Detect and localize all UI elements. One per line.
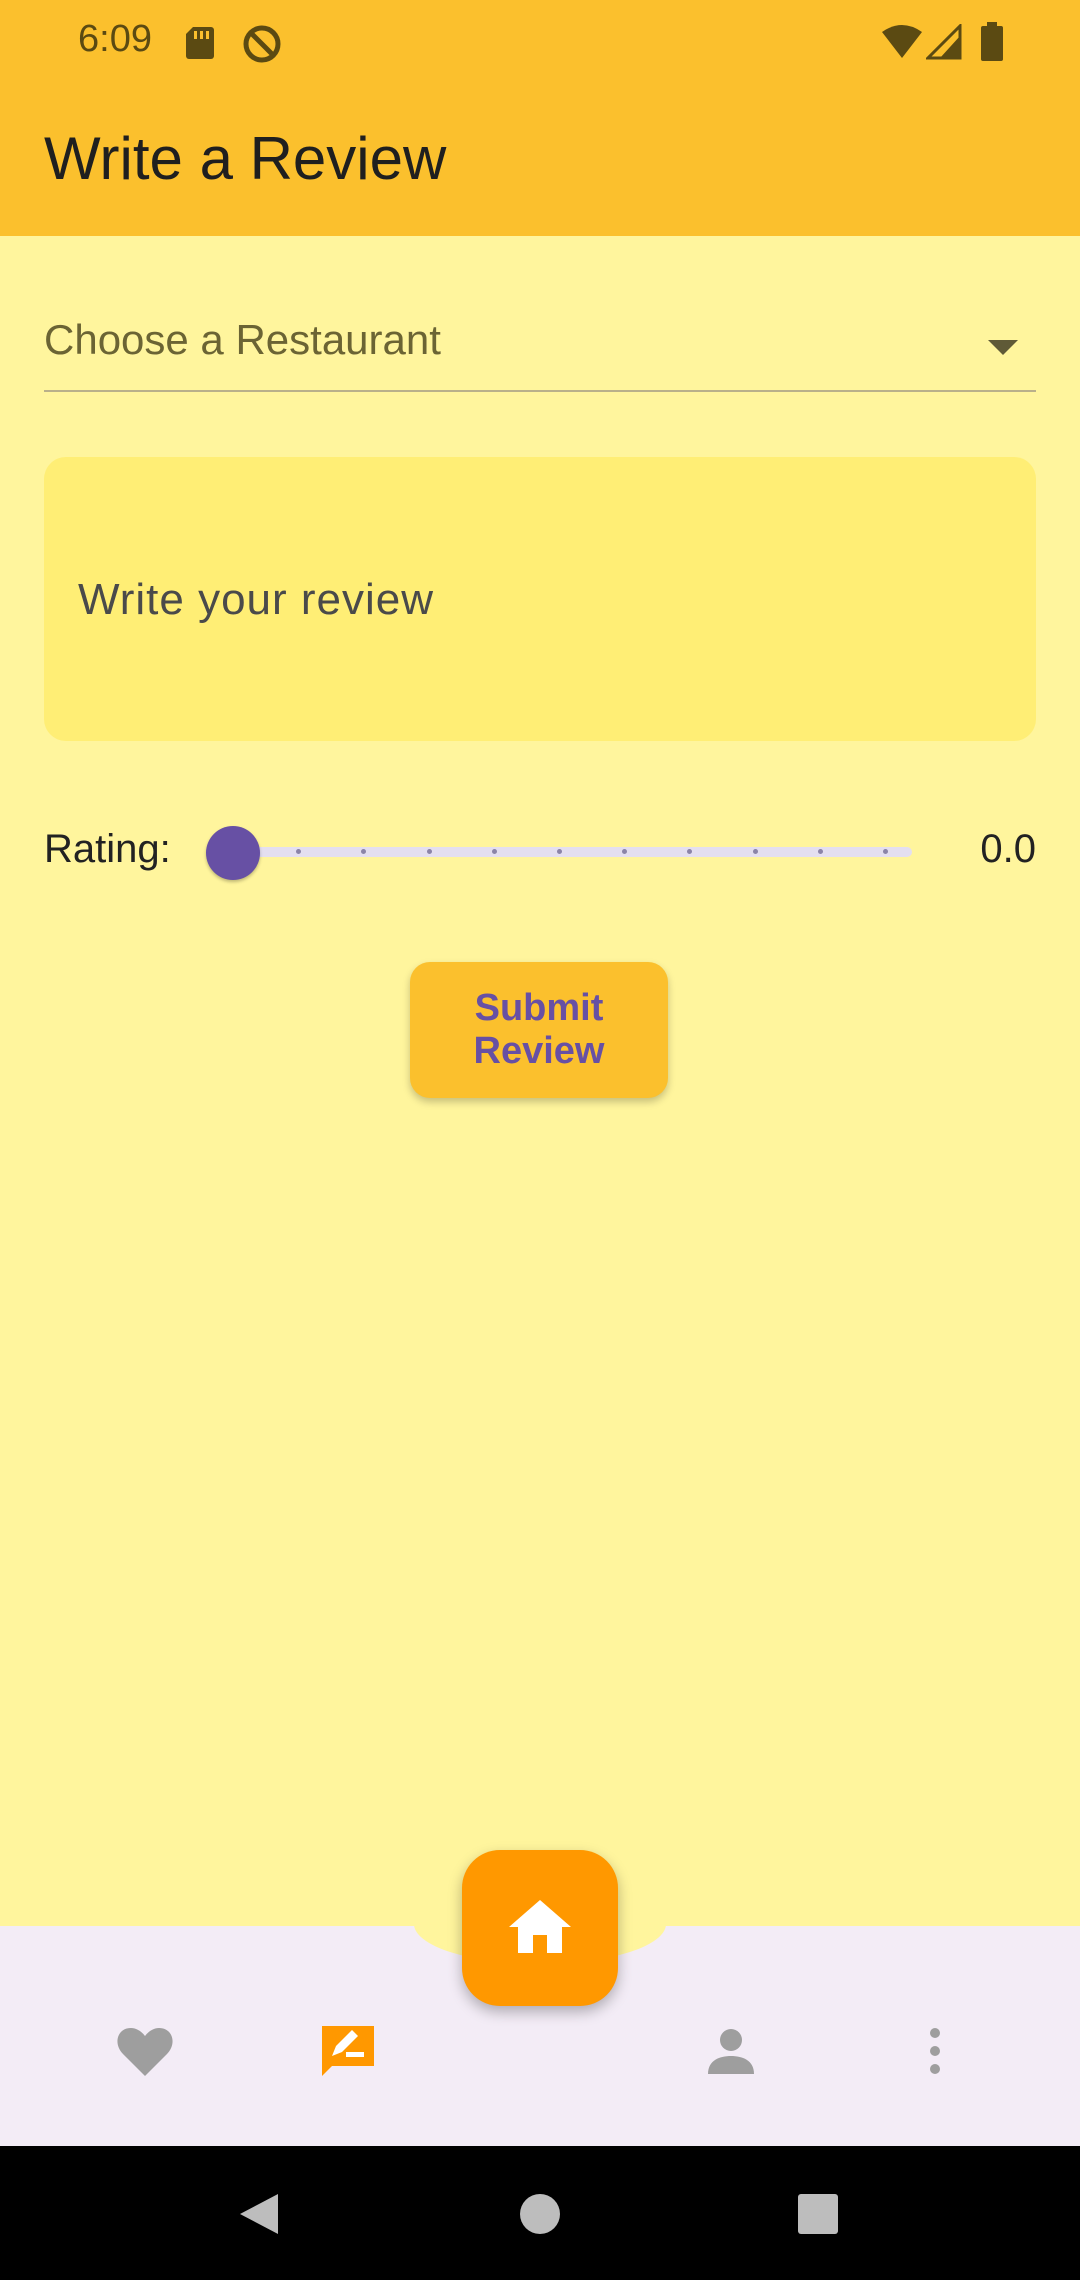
rating-slider[interactable] bbox=[206, 813, 912, 893]
page-title: Write a Review bbox=[44, 125, 447, 192]
more-vert-icon bbox=[928, 2026, 942, 2081]
rating-label: Rating: bbox=[44, 827, 171, 871]
rating-row: Rating: 0.0 bbox=[44, 813, 1036, 893]
rate-review-icon bbox=[318, 2022, 378, 2085]
system-recents-button[interactable] bbox=[778, 2176, 858, 2256]
person-icon bbox=[706, 2026, 756, 2081]
slider-tick bbox=[426, 849, 432, 854]
status-bar: 6:09 bbox=[0, 0, 1080, 86]
battery-icon bbox=[980, 22, 1004, 67]
slider-tick bbox=[883, 849, 888, 854]
nav-item-write-review[interactable] bbox=[303, 2008, 393, 2098]
review-form: Choose a Restaurant Write your review Ra… bbox=[0, 236, 1080, 1926]
review-text-field[interactable]: Write your review bbox=[44, 457, 1036, 741]
system-home-button[interactable] bbox=[500, 2176, 580, 2256]
status-time: 6:09 bbox=[78, 18, 152, 60]
cell-signal-icon bbox=[924, 22, 962, 65]
back-icon bbox=[236, 2190, 284, 2243]
app-bar: Write a Review bbox=[0, 86, 1080, 236]
nav-item-profile[interactable] bbox=[686, 2008, 776, 2098]
home-fab[interactable] bbox=[462, 1850, 618, 2006]
system-back-button[interactable] bbox=[220, 2176, 300, 2256]
restaurant-dropdown[interactable]: Choose a Restaurant bbox=[44, 296, 1036, 392]
heart-icon bbox=[115, 2024, 175, 2083]
wifi-icon bbox=[880, 24, 924, 65]
recents-icon bbox=[797, 2193, 839, 2240]
sd-card-icon bbox=[184, 26, 216, 65]
no-sync-icon bbox=[242, 24, 282, 69]
slider-tick bbox=[817, 849, 823, 854]
nav-item-favorites[interactable] bbox=[100, 2008, 190, 2098]
slider-tick bbox=[557, 849, 562, 854]
home-icon bbox=[507, 1897, 573, 1960]
slider-tick bbox=[752, 849, 758, 854]
dropdown-arrow-icon bbox=[988, 340, 1018, 355]
system-nav-bar bbox=[0, 2146, 1080, 2280]
submit-review-button[interactable]: Submit Review bbox=[410, 962, 668, 1098]
nav-item-more[interactable] bbox=[890, 2008, 980, 2098]
home-circle-icon bbox=[518, 2192, 562, 2241]
slider-thumb[interactable] bbox=[206, 826, 260, 880]
review-placeholder: Write your review bbox=[78, 575, 435, 624]
rating-value: 0.0 bbox=[980, 827, 1036, 871]
slider-tick bbox=[491, 849, 497, 854]
restaurant-dropdown-label: Choose a Restaurant bbox=[44, 316, 441, 363]
